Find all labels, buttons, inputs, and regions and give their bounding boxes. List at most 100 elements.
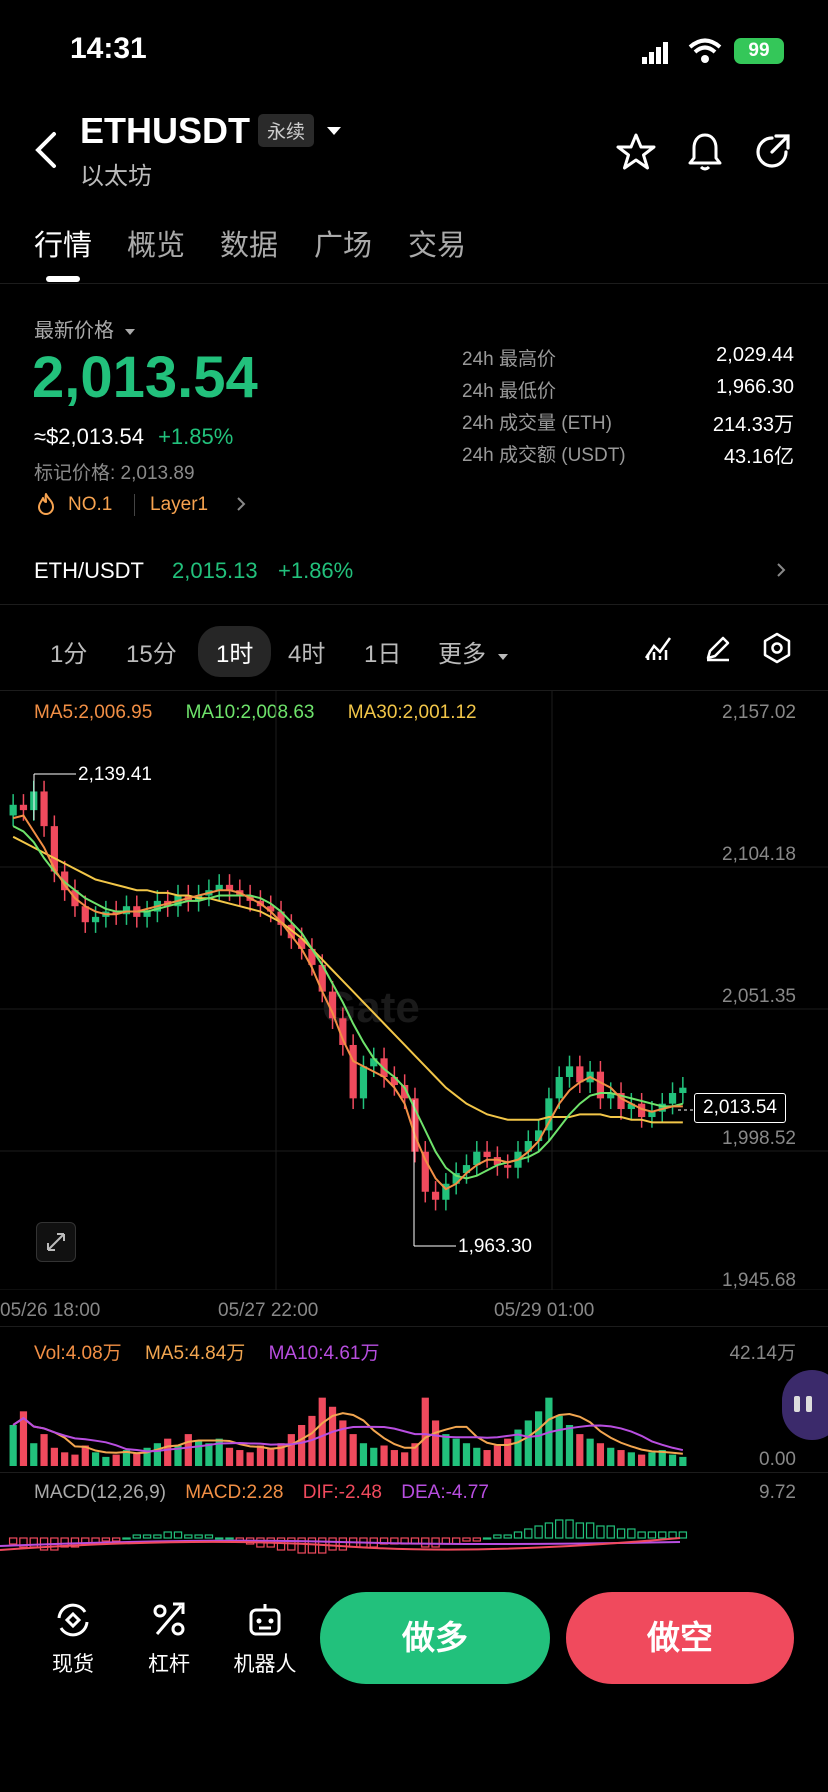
macd-bar: [215, 1537, 224, 1540]
expand-icon[interactable]: [36, 1222, 76, 1262]
price-selector[interactable]: 最新价格: [34, 314, 136, 343]
volume-bar: [339, 1420, 347, 1466]
volume-bar: [607, 1447, 615, 1466]
volume-bar: [30, 1443, 38, 1466]
interval-1d[interactable]: 1日: [364, 634, 401, 669]
candle: [483, 1151, 491, 1158]
draw-icon[interactable]: [704, 634, 732, 667]
volume-bar: [359, 1443, 368, 1466]
volume-bar: [535, 1411, 543, 1466]
back-icon[interactable]: [34, 130, 58, 175]
volume-bar: [349, 1434, 357, 1466]
volume-bar: [648, 1452, 656, 1466]
leverage-nav[interactable]: 杠杆: [124, 1600, 214, 1678]
interval-1m[interactable]: 1分: [50, 634, 87, 669]
stat-turnover: 24h 成交额 (USDT) 43.16亿: [462, 440, 794, 468]
volume-bar: [421, 1397, 429, 1466]
volume-bar: [555, 1415, 563, 1466]
floating-handle[interactable]: [782, 1370, 828, 1440]
macd-bar: [431, 1537, 440, 1548]
macd-bar: [132, 1534, 141, 1539]
macd-params: MACD(12,26,9): [34, 1482, 166, 1503]
volume-bar: [9, 1424, 17, 1466]
macd-bar: [493, 1534, 502, 1539]
spot-pair-row[interactable]: ETH/USDT 2,015.13 +1.86%: [0, 548, 828, 596]
usd-price: ≈$2,013.54 +1.85%: [34, 424, 233, 450]
chevron-right-icon[interactable]: [236, 496, 246, 517]
tab-trade[interactable]: 交易: [408, 222, 466, 264]
bot-nav[interactable]: 机器人: [220, 1600, 310, 1678]
dea-value: DEA:-4.77: [401, 1482, 489, 1503]
stat-label: 24h 成交额 (USDT): [462, 445, 626, 466]
volume-bar: [380, 1445, 388, 1466]
tab-data[interactable]: 数据: [220, 222, 278, 264]
interval-4h[interactable]: 4时: [288, 634, 325, 669]
volume-bar: [442, 1434, 450, 1466]
volume-bar: [184, 1434, 192, 1466]
volume-bar: [617, 1450, 625, 1466]
stat-volume: 24h 成交量 (ETH) 214.33万: [462, 408, 794, 436]
interval-15m[interactable]: 15分: [126, 634, 177, 669]
tab-market[interactable]: 行情: [34, 222, 92, 264]
vol-value: Vol:4.08万: [34, 1343, 122, 1364]
candle: [91, 916, 100, 923]
macd-bar: [534, 1525, 543, 1539]
macd-max: 9.72: [759, 1482, 796, 1503]
tab-overview[interactable]: 概览: [127, 222, 185, 264]
short-button[interactable]: 做空: [566, 1592, 794, 1684]
stat-label: 24h 最高价: [462, 349, 556, 370]
spot-nav-label: 现货: [52, 1653, 94, 1676]
interval-more[interactable]: 更多: [438, 634, 509, 669]
macd-bar: [142, 1534, 152, 1539]
high-marker: 2,139.41: [33, 764, 152, 820]
x-tick: 05/27 22:00: [218, 1300, 319, 1321]
bell-icon[interactable]: [688, 132, 722, 177]
volume-bar: [61, 1452, 69, 1466]
candle: [555, 1077, 563, 1099]
active-tab-indicator: [46, 276, 80, 282]
macd-bars: [8, 1519, 688, 1554]
symbol-dropdown-icon[interactable]: [326, 124, 342, 142]
long-button[interactable]: 做多: [320, 1592, 550, 1684]
chart-settings-icon[interactable]: [762, 632, 792, 669]
price-chart[interactable]: Gate 2,139.41 1,963.30: [0, 690, 828, 1290]
volume-bar: [504, 1438, 512, 1466]
volume-bar: [483, 1450, 491, 1466]
candle: [40, 791, 48, 827]
signal-icon: [642, 42, 670, 69]
tab-square[interactable]: 广场: [314, 222, 372, 264]
macd-bar: [111, 1537, 121, 1542]
indicator-icon[interactable]: [644, 634, 672, 667]
macd-bar: [421, 1537, 430, 1548]
macd-bar: [462, 1537, 471, 1542]
macd-value: MACD:2.28: [185, 1482, 284, 1503]
x-tick: 05/29 01:00: [494, 1300, 595, 1321]
candle: [359, 1066, 368, 1099]
stat-value: 1,966.30: [716, 376, 794, 398]
macd-bar: [472, 1537, 481, 1542]
volume-bar: [586, 1438, 594, 1466]
stat-label: 24h 最低价: [462, 381, 556, 402]
volume-bar: [267, 1447, 275, 1466]
interval-1h[interactable]: 1时: [198, 626, 272, 677]
star-icon[interactable]: [616, 132, 656, 177]
volume-bar: [596, 1443, 605, 1466]
macd-bar: [328, 1537, 337, 1551]
sector-tag[interactable]: Layer1: [150, 494, 208, 516]
share-icon[interactable]: [754, 132, 792, 175]
volume-bar: [102, 1456, 110, 1466]
volume-bar: [452, 1438, 460, 1466]
status-time: 14:31: [70, 32, 147, 65]
stat-value: 2,029.44: [716, 344, 794, 366]
vol-ma10: MA10:4.61万: [268, 1343, 380, 1364]
candle: [668, 1093, 677, 1104]
volume-bar: [627, 1452, 635, 1466]
low-marker: 1,963.30: [413, 1100, 532, 1257]
spot-nav[interactable]: 现货: [28, 1600, 118, 1678]
macd-bar: [668, 1531, 677, 1539]
rank-tag[interactable]: NO.1: [68, 494, 112, 516]
symbol-title[interactable]: ETHUSDT: [80, 110, 250, 152]
macd-bar: [678, 1531, 688, 1539]
contract-badge: 永续: [258, 114, 315, 147]
mark-price: 标记价格: 2,013.89: [34, 463, 195, 484]
